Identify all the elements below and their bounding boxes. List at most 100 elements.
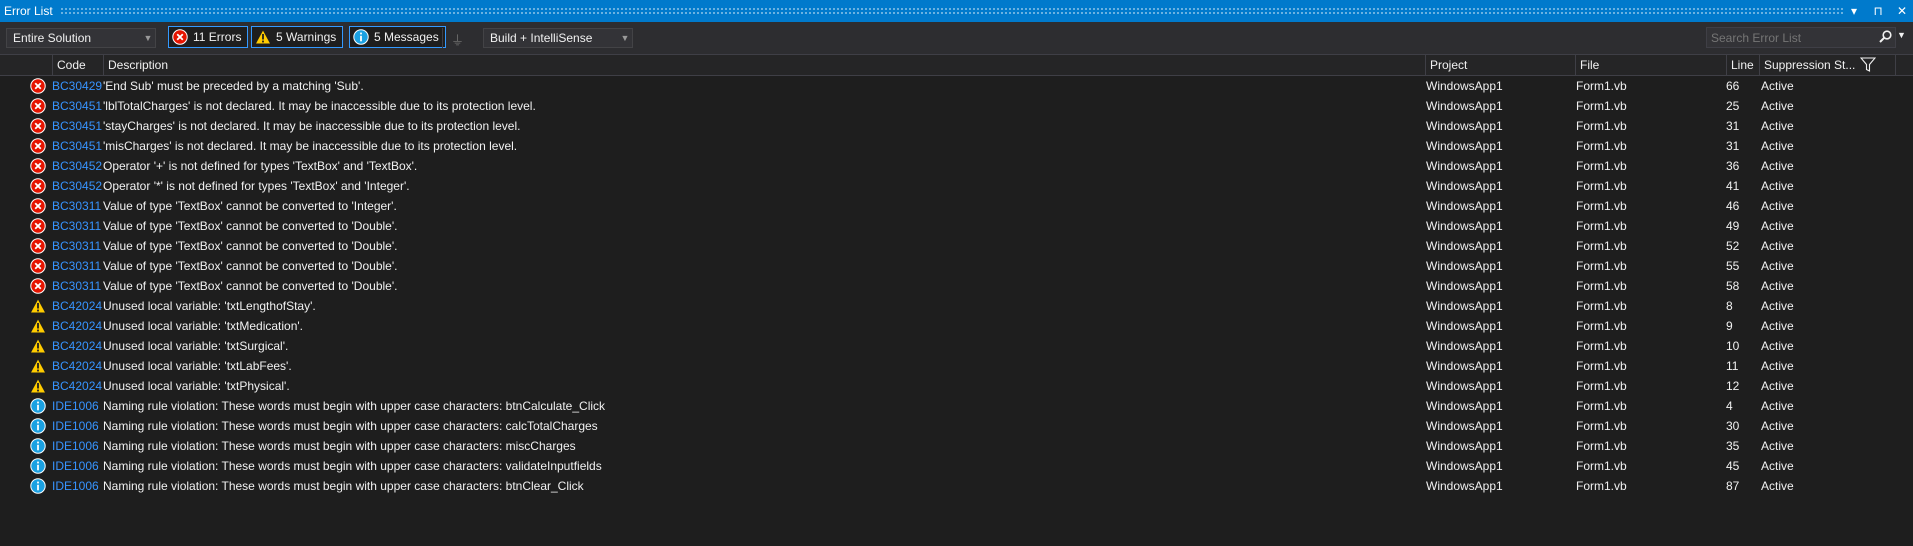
error-code-link[interactable]: BC30451 <box>52 116 102 136</box>
file-name: Form1.vb <box>1576 419 1627 433</box>
title-grip[interactable] <box>60 7 1843 15</box>
error-code-link[interactable]: BC30452 <box>52 176 102 196</box>
table-row[interactable]: BC30451'lblTotalCharges' is not declared… <box>0 96 1913 116</box>
filter-current-document-icon[interactable]: ⏚ <box>451 30 464 49</box>
project-name: WindowsApp1 <box>1426 119 1503 133</box>
column-file[interactable]: File <box>1575 55 1727 75</box>
scrollbar-corner <box>1895 55 1913 75</box>
table-row[interactable]: BC30311 Value of type 'TextBox' cannot be… <box>0 256 1913 276</box>
search-icon[interactable] <box>1875 29 1895 46</box>
file-name: Form1.vb <box>1576 199 1627 213</box>
error-code-link[interactable]: IDE1006 <box>52 416 99 436</box>
error-description: Value of type 'TextBox' cannot be conver… <box>103 219 398 233</box>
error-description: Value of type 'TextBox' cannot be conver… <box>103 199 397 213</box>
table-row[interactable]: BC42024 Unused local variable: 'txtPhysic… <box>0 376 1913 396</box>
info-icon <box>30 458 46 474</box>
table-row[interactable]: BC30452 Operator '+' is not defined for t… <box>0 156 1913 176</box>
errors-filter-button[interactable]: 11 Errors <box>168 26 249 48</box>
table-row[interactable]: BC30429 'End Sub' must be preceded by a m… <box>0 76 1913 96</box>
line-number: 8 <box>1726 299 1733 313</box>
project-name: WindowsApp1 <box>1426 299 1503 313</box>
close-icon[interactable]: ✕ <box>1895 4 1909 18</box>
line-number: 52 <box>1726 239 1740 253</box>
pin-icon[interactable]: ⊓ <box>1871 4 1885 18</box>
column-filter-icon[interactable] <box>1859 57 1877 75</box>
info-icon <box>353 29 369 45</box>
project-name: WindowsApp1 <box>1426 439 1503 453</box>
error-code-link[interactable]: BC42024 <box>52 336 102 356</box>
project-name: WindowsApp1 <box>1426 479 1503 493</box>
table-row[interactable]: BC42024 Unused local variable: 'txtMedica… <box>0 316 1913 336</box>
table-row[interactable]: BC30311 Value of type 'TextBox' cannot be… <box>0 196 1913 216</box>
suppression-state: Active <box>1761 179 1794 193</box>
error-code-link[interactable]: BC30311 <box>52 196 101 216</box>
line-number: 36 <box>1726 159 1740 173</box>
table-row[interactable]: IDE1006 Naming rule violation: These word… <box>0 436 1913 456</box>
table-row[interactable]: BC30311 Value of type 'TextBox' cannot be… <box>0 216 1913 236</box>
table-row[interactable]: BC42024 Unused local variable: 'txtLength… <box>0 296 1913 316</box>
table-row[interactable]: IDE1006 Naming rule violation: These word… <box>0 416 1913 436</box>
table-row[interactable]: BC42024 Unused local variable: 'txtSurgic… <box>0 336 1913 356</box>
error-code-link[interactable]: BC42024 <box>52 296 102 316</box>
table-row[interactable]: BC30452 Operator '*' is not defined for t… <box>0 176 1913 196</box>
line-number: 49 <box>1726 219 1740 233</box>
column-line[interactable]: Line <box>1726 55 1760 75</box>
error-code-link[interactable]: BC42024 <box>52 376 102 396</box>
source-dropdown[interactable]: Build + IntelliSense ▼ <box>483 28 633 48</box>
error-description: 'End Sub' must be preceded by a matching… <box>103 79 364 93</box>
table-row[interactable]: BC30451'stayCharges' is not declared. It… <box>0 116 1913 136</box>
error-description: Value of type 'TextBox' cannot be conver… <box>103 239 398 253</box>
error-code-link[interactable]: BC30311 <box>52 256 101 276</box>
column-header: Code Description Project File Line Suppr… <box>0 55 1913 76</box>
error-code-link[interactable]: BC42024 <box>52 356 102 376</box>
error-description: Naming rule violation: These words must … <box>103 479 584 493</box>
messages-filter-button[interactable]: 5 Messages <box>349 26 446 48</box>
file-name: Form1.vb <box>1576 319 1627 333</box>
suppression-state: Active <box>1761 459 1794 473</box>
errors-count-label: 11 Errors <box>193 30 242 44</box>
file-name: Form1.vb <box>1576 259 1627 273</box>
error-code-link[interactable]: IDE1006 <box>52 396 99 416</box>
search-input[interactable] <box>1707 29 1875 46</box>
error-code-link[interactable]: IDE1006 <box>52 436 99 456</box>
line-number: 35 <box>1726 439 1740 453</box>
project-name: WindowsApp1 <box>1426 79 1503 93</box>
table-row[interactable]: BC30451'misCharges' is not declared. It … <box>0 136 1913 156</box>
table-row[interactable]: BC42024 Unused local variable: 'txtLabFee… <box>0 356 1913 376</box>
search-options-icon[interactable]: ▼ <box>1897 30 1906 40</box>
column-code[interactable]: Code <box>52 55 104 75</box>
error-description: 'stayCharges' is not declared. It may be… <box>103 119 521 133</box>
error-code-link[interactable]: BC30311 <box>52 216 101 236</box>
table-row[interactable]: BC30311 Value of type 'TextBox' cannot be… <box>0 236 1913 256</box>
error-code-link[interactable]: IDE1006 <box>52 456 99 476</box>
error-code-link[interactable]: BC30311 <box>52 276 101 296</box>
suppression-state: Active <box>1761 319 1794 333</box>
error-icon <box>30 178 46 194</box>
error-icon <box>30 158 46 174</box>
table-row[interactable]: IDE1006 Naming rule violation: These word… <box>0 456 1913 476</box>
suppression-state: Active <box>1761 139 1794 153</box>
table-row[interactable]: IDE1006 Naming rule violation: These word… <box>0 476 1913 496</box>
error-code-link[interactable]: BC42024 <box>52 316 102 336</box>
warnings-filter-button[interactable]: 5 Warnings <box>251 26 344 48</box>
file-name: Form1.vb <box>1576 139 1627 153</box>
table-row[interactable]: BC30311 Value of type 'TextBox' cannot be… <box>0 276 1913 296</box>
file-name: Form1.vb <box>1576 339 1627 353</box>
line-number: 4 <box>1726 399 1733 413</box>
error-code-link[interactable]: BC30429 <box>52 76 102 96</box>
table-row[interactable]: IDE1006 Naming rule violation: These word… <box>0 396 1913 416</box>
error-code-link[interactable]: BC30451 <box>52 96 102 116</box>
error-icon <box>30 118 46 134</box>
error-code-link[interactable]: BC30311 <box>52 236 101 256</box>
window-position-dropdown-icon[interactable]: ▾ <box>1847 4 1861 18</box>
scope-dropdown[interactable]: Entire Solution ▼ <box>6 28 156 48</box>
vertical-scrollbar[interactable] <box>1895 76 1913 546</box>
error-description: Unused local variable: 'txtPhysical'. <box>103 379 290 393</box>
column-description[interactable]: Description <box>103 55 1426 75</box>
error-code-link[interactable]: BC30451 <box>52 136 102 156</box>
file-name: Form1.vb <box>1576 79 1627 93</box>
error-code-link[interactable]: BC30452 <box>52 156 102 176</box>
column-project[interactable]: Project <box>1425 55 1576 75</box>
error-description: Operator '*' is not defined for types 'T… <box>103 179 410 193</box>
error-code-link[interactable]: IDE1006 <box>52 476 99 496</box>
